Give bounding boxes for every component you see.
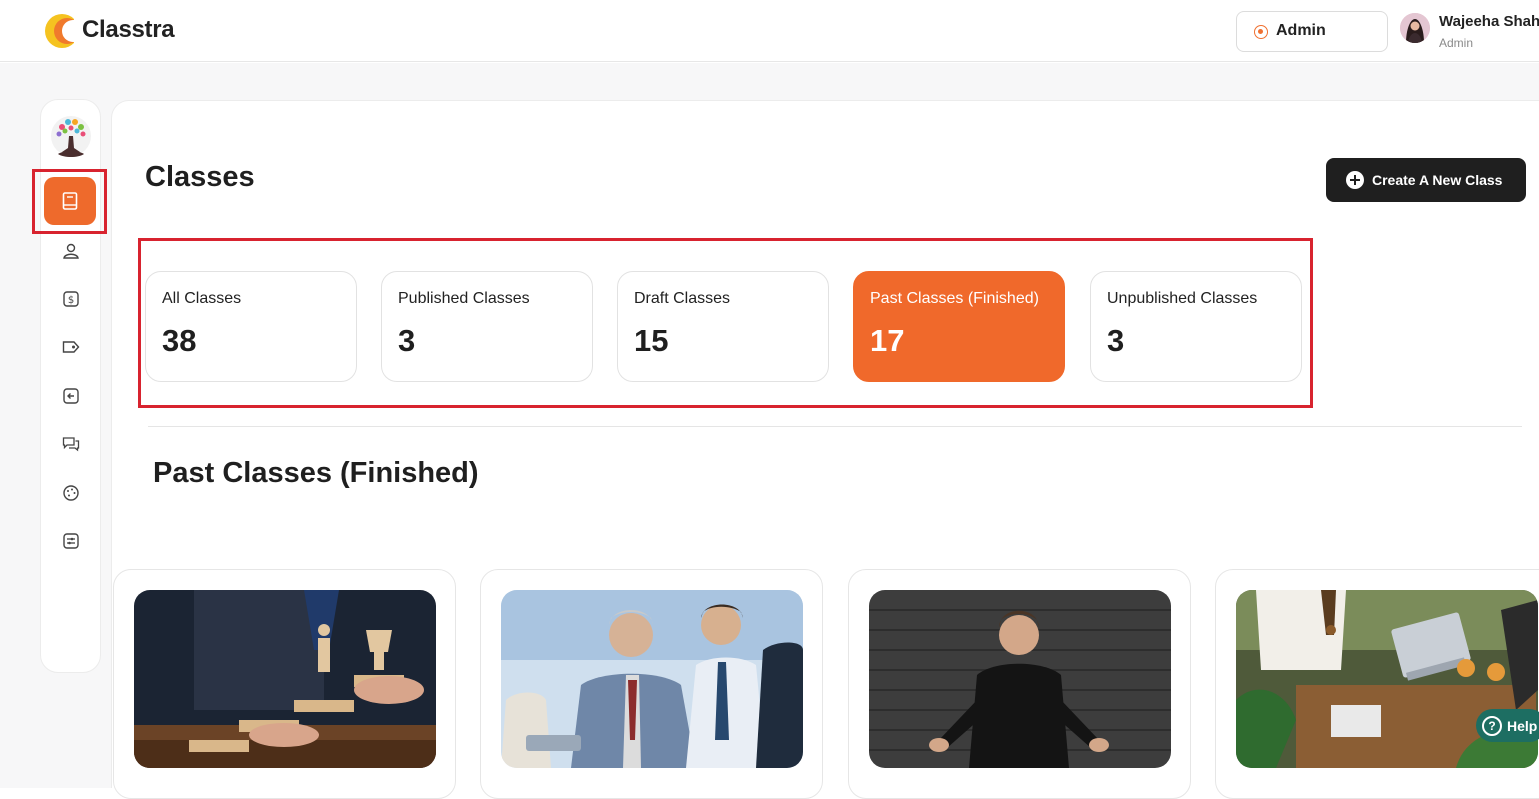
class-card[interactable] (480, 569, 823, 799)
business-meeting-photo (501, 590, 803, 768)
tag-icon[interactable] (61, 337, 81, 357)
help-label: Help (1507, 717, 1538, 734)
class-card-image[interactable] (869, 590, 1171, 768)
palette-icon[interactable] (61, 483, 81, 503)
stat-value: 38 (162, 323, 197, 358)
class-card[interactable] (113, 569, 456, 799)
stat-label: Draft Classes (634, 290, 731, 307)
user-role: Admin (1439, 36, 1474, 50)
class-card-image[interactable] (501, 590, 803, 768)
user-icon[interactable] (61, 241, 81, 261)
help-button[interactable]: ? Help (1476, 709, 1539, 742)
speaker-brick-wall-photo (869, 590, 1171, 768)
sliders-icon[interactable] (61, 531, 81, 551)
highlight-box-nav (32, 169, 107, 234)
class-card-image[interactable] (134, 590, 436, 768)
create-class-label: Create A New Class (1372, 172, 1503, 188)
role-select-value: Admin (1276, 22, 1326, 39)
section-divider (148, 426, 1522, 427)
svg-text:$: $ (68, 295, 74, 306)
page-title: Classes (145, 161, 255, 193)
wooden-figure-trophy-photo (134, 590, 436, 768)
class-card[interactable] (848, 569, 1191, 799)
stat-card-draft[interactable]: Draft Classes 15 (617, 271, 829, 382)
role-select[interactable]: Admin (1236, 11, 1388, 52)
chat-icon[interactable] (61, 434, 81, 454)
avatar[interactable] (1400, 13, 1430, 43)
stat-label: Past Classes (Finished) (870, 290, 1039, 307)
dollar-icon[interactable]: $ (61, 289, 81, 309)
stat-card-past[interactable]: Past Classes (Finished) 17 (853, 271, 1065, 382)
user-name[interactable]: Wajeeha Shah (1439, 13, 1539, 30)
stat-value: 17 (870, 323, 905, 358)
stat-card-unpublished[interactable]: Unpublished Classes 3 (1090, 271, 1302, 382)
radio-dot-icon (1254, 25, 1268, 39)
section-title: Past Classes (Finished) (153, 457, 479, 489)
user-avatar-icon (1400, 13, 1430, 43)
stat-label: All Classes (162, 290, 242, 307)
top-bar: Classtra Admin Wajeeha Shah Admin (0, 0, 1539, 62)
plus-circle-icon (1346, 171, 1364, 189)
help-question-icon: ? (1482, 715, 1502, 736)
stat-value: 3 (1107, 323, 1125, 358)
school-tree-logo-icon (51, 116, 91, 157)
stat-card-published[interactable]: Published Classes 3 (381, 271, 593, 382)
stat-label: Unpublished Classes (1107, 290, 1258, 307)
class-card[interactable] (1215, 569, 1539, 799)
classtra-logo-icon[interactable] (40, 6, 74, 56)
stat-label: Published Classes (398, 290, 530, 307)
stat-value: 3 (398, 323, 416, 358)
stat-card-all[interactable]: All Classes 38 (145, 271, 357, 382)
stat-value: 15 (634, 323, 669, 358)
arrow-left-box-icon[interactable] (61, 386, 81, 406)
create-class-button[interactable]: Create A New Class (1326, 158, 1526, 202)
brand-name[interactable]: Classtra (82, 16, 175, 44)
